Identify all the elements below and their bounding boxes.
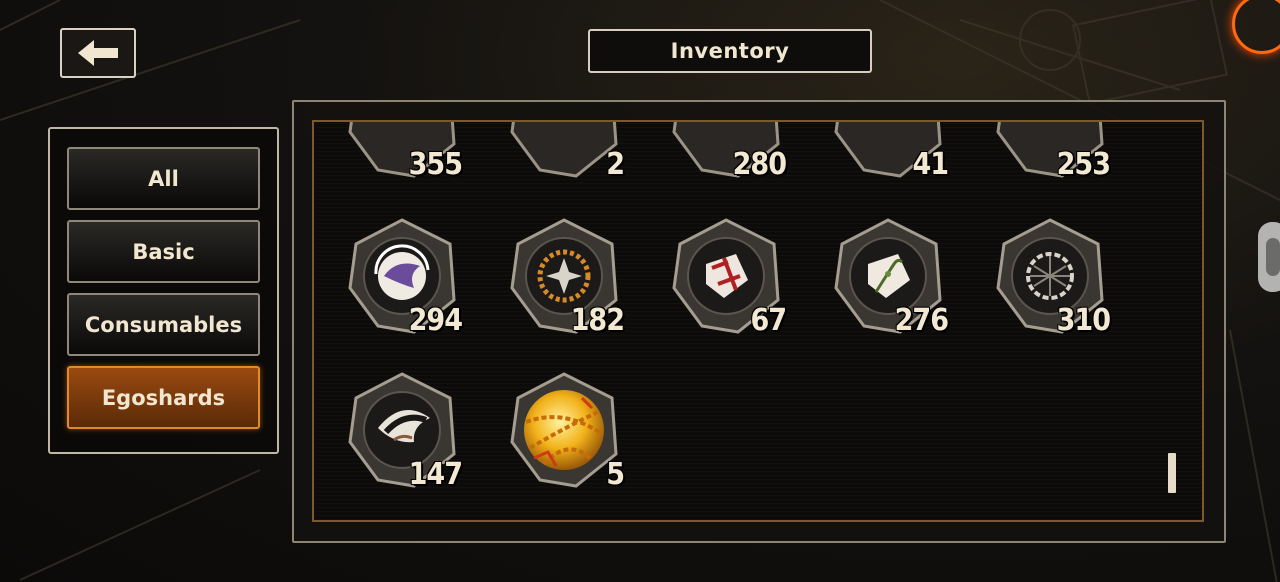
item-count: 276	[894, 303, 949, 338]
category-label: All	[148, 166, 179, 191]
category-consumables-button[interactable]: Consumables	[67, 293, 260, 356]
inventory-item[interactable]: 276	[828, 214, 949, 338]
side-drawer-handle[interactable]	[1258, 222, 1280, 292]
item-count: 2	[606, 147, 625, 182]
inventory-item[interactable]: 182	[504, 214, 625, 338]
inventory-item[interactable]: 2	[504, 122, 625, 182]
item-count: 310	[1056, 303, 1111, 338]
page-title-text: Inventory	[670, 39, 790, 63]
inventory-item[interactable]: 147	[342, 368, 463, 492]
item-count: 41	[912, 147, 949, 182]
inventory-item[interactable]: 294	[342, 214, 463, 338]
item-count: 355	[408, 147, 463, 182]
category-label: Consumables	[84, 312, 243, 337]
inventory-item[interactable]: 310	[990, 214, 1111, 338]
item-count: 182	[570, 303, 625, 338]
category-label: Egoshards	[101, 385, 226, 410]
item-count: 67	[750, 303, 787, 338]
item-count: 5	[606, 457, 625, 492]
back-button[interactable]	[60, 28, 136, 78]
inventory-grid[interactable]: 355 2 280 41 253 294 182 67 276 310 147 …	[312, 120, 1204, 522]
corner-glow-ring	[1232, 0, 1280, 54]
category-egoshards-button[interactable]: Egoshards	[67, 366, 260, 429]
item-count: 280	[732, 147, 787, 182]
inventory-item[interactable]: 253	[990, 122, 1111, 182]
item-count: 147	[408, 457, 463, 492]
page-title: Inventory	[588, 29, 872, 73]
category-label: Basic	[132, 239, 195, 264]
inventory-item[interactable]: 41	[828, 122, 949, 182]
inventory-item[interactable]: 280	[666, 122, 787, 182]
category-basic-button[interactable]: Basic	[67, 220, 260, 283]
category-all-button[interactable]: All	[67, 147, 260, 210]
inventory-item[interactable]: 5	[504, 368, 625, 492]
inventory-item[interactable]: 355	[342, 122, 463, 182]
item-count: 294	[408, 303, 463, 338]
inventory-item[interactable]: 67	[666, 214, 787, 338]
item-count: 253	[1056, 147, 1111, 182]
inventory-scrollbar[interactable]	[1168, 453, 1176, 493]
back-arrow-icon	[78, 40, 118, 66]
category-sidebar: All Basic Consumables Egoshards	[48, 127, 279, 454]
